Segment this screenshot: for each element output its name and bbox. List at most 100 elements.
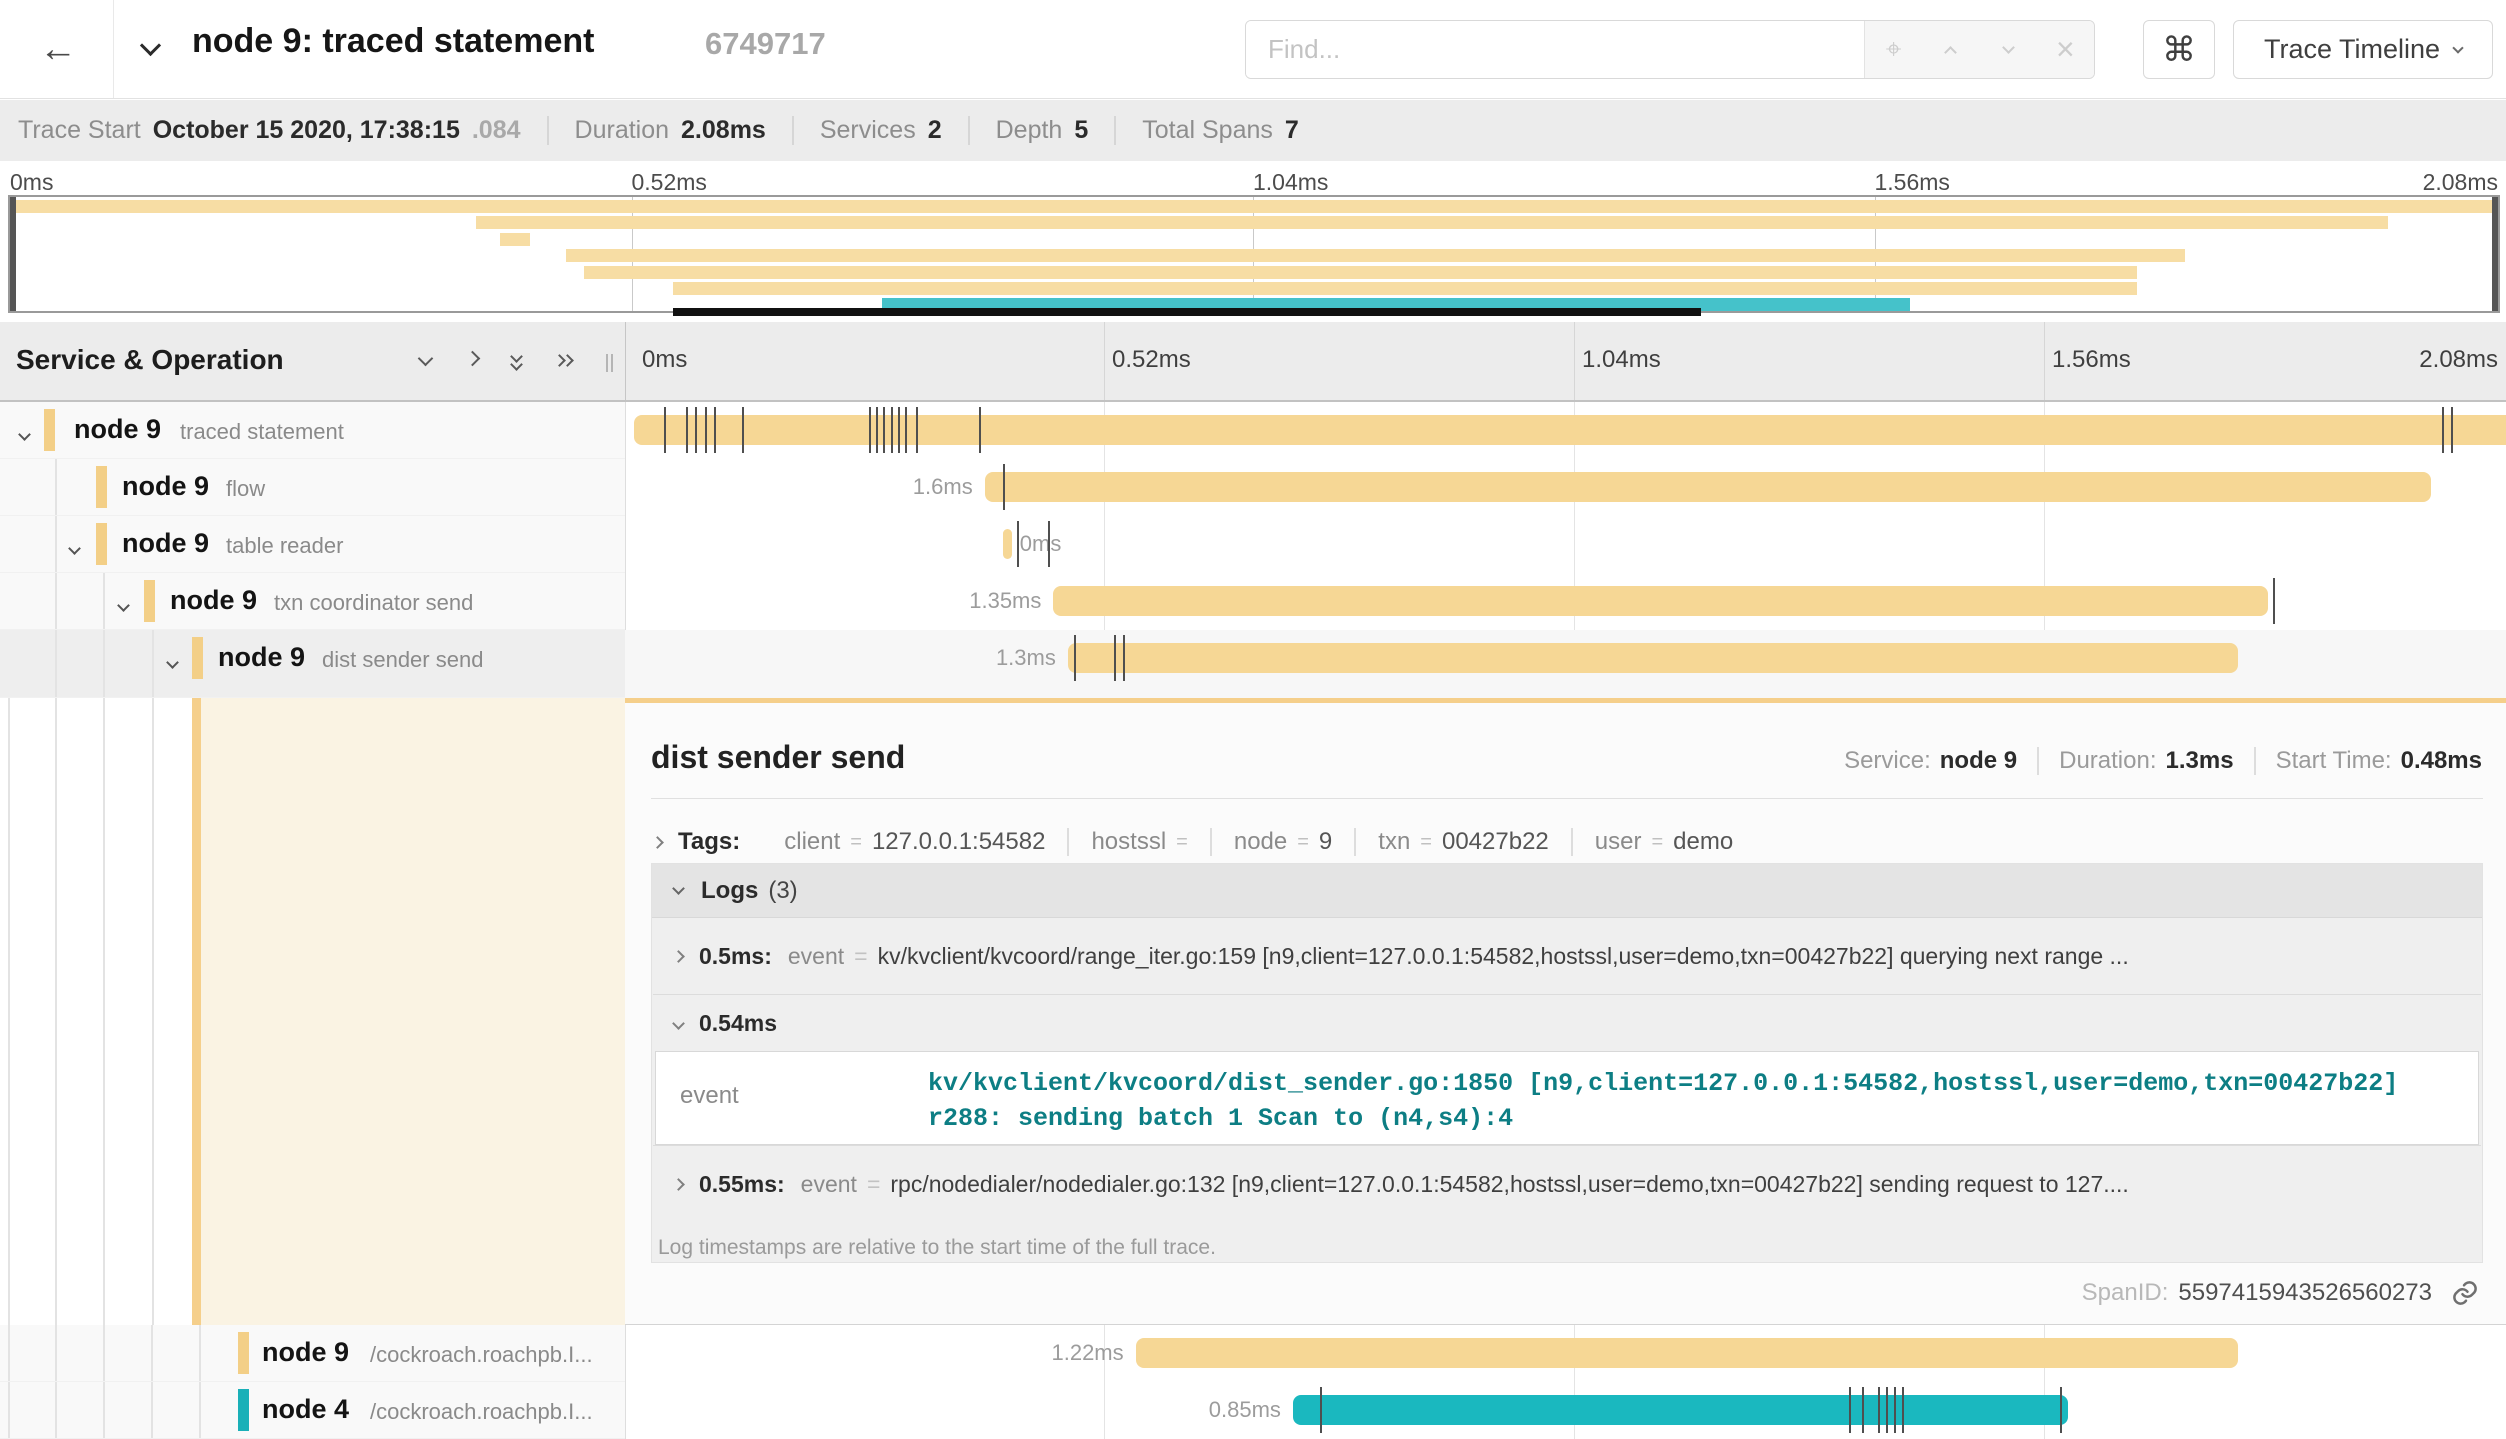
span-children-chevron-icon[interactable] xyxy=(20,426,29,444)
indent-guide xyxy=(55,630,57,697)
tag-item[interactable]: user=demo xyxy=(1571,828,1755,856)
log-equals: = xyxy=(854,943,867,970)
chevron-right-icon xyxy=(672,1178,685,1191)
span-bar[interactable] xyxy=(1053,586,2268,616)
span-name-cell[interactable]: node 9table reader xyxy=(0,516,625,573)
detail-meta-item: Duration:1.3ms xyxy=(2037,747,2253,775)
log-row[interactable]: 0.5ms:event=kv/kvclient/kvcoord/range_it… xyxy=(652,918,2482,994)
find-input[interactable] xyxy=(1246,21,1864,78)
tag-item[interactable]: client=127.0.0.1:54582 xyxy=(762,828,1067,856)
span-bar[interactable] xyxy=(634,415,2506,445)
trace-viewer: ← node 9: traced statement 6749717 ⌖ × ⌘… xyxy=(0,0,2506,1439)
minimap-right-handle[interactable] xyxy=(2492,197,2498,311)
expand-all-icon[interactable] xyxy=(557,352,573,373)
span-children-chevron-icon[interactable] xyxy=(119,597,128,615)
minimap-canvas[interactable] xyxy=(8,195,2500,313)
chevron-right-icon xyxy=(651,836,664,849)
view-dropdown-button[interactable]: Trace Timeline xyxy=(2233,20,2493,79)
log-row-expanded-header[interactable]: 0.54ms xyxy=(652,995,2482,1051)
deep-link-icon[interactable] xyxy=(2450,1278,2480,1308)
minimap-left-handle[interactable] xyxy=(10,197,16,311)
span-timeline-cell[interactable] xyxy=(625,402,2506,459)
span-bar[interactable] xyxy=(1003,529,1012,559)
span-children-chevron-icon[interactable] xyxy=(168,654,177,672)
span-operation-name: /cockroach.roachpb.I... xyxy=(370,1399,593,1425)
span-name-cell[interactable]: node 9traced statement xyxy=(0,402,625,459)
span-bar[interactable] xyxy=(1293,1395,2068,1425)
minimap-tick-label: 2.08ms xyxy=(2423,169,2498,196)
trace-collapse-chevron-icon[interactable] xyxy=(140,35,161,56)
log-marker-tick xyxy=(1894,1387,1896,1433)
tag-value: 9 xyxy=(1319,828,1332,856)
trace-summary-label: Trace Start xyxy=(18,116,141,145)
span-bar[interactable] xyxy=(985,472,2431,502)
indent-guide xyxy=(152,630,154,697)
chevron-down-icon xyxy=(672,882,685,895)
detail-divider xyxy=(651,798,2483,799)
span-timeline-cell[interactable]: 1.22ms xyxy=(625,1325,2506,1382)
tags-row[interactable]: Tags: client=127.0.0.1:54582hostssl=node… xyxy=(649,819,2481,865)
span-timeline-cell[interactable]: 1.6ms xyxy=(625,459,2506,516)
log-marker-tick xyxy=(891,407,893,453)
span-name-cell[interactable]: node 9/cockroach.roachpb.I... xyxy=(0,1325,625,1382)
chevron-right-icon xyxy=(672,950,685,963)
indent-guide xyxy=(199,1325,201,1381)
detail-meta-label: Duration: xyxy=(2059,747,2156,775)
span-bar[interactable] xyxy=(1136,1338,2239,1368)
keyboard-shortcuts-button[interactable]: ⌘ xyxy=(2143,20,2215,79)
span-row: node 9/cockroach.roachpb.I...1.22ms xyxy=(0,1325,2506,1382)
find-next-button[interactable] xyxy=(1986,28,2030,72)
back-button[interactable]: ← xyxy=(28,22,88,76)
locate-icon[interactable]: ⌖ xyxy=(1872,28,1916,72)
span-timeline-cell[interactable]: 1.3ms xyxy=(625,630,2506,698)
collapse-one-icon[interactable] xyxy=(420,352,431,367)
tag-item[interactable]: node=9 xyxy=(1210,828,1354,856)
span-color-accent xyxy=(96,523,107,565)
detail-meta-item: Service:node 9 xyxy=(1824,747,2037,775)
tag-item[interactable]: hostssl= xyxy=(1067,828,1209,856)
minimap-span-bar xyxy=(10,200,2496,213)
span-row: node 9flow1.6ms xyxy=(0,459,2506,516)
span-name-cell[interactable]: node 9flow xyxy=(0,459,625,516)
span-name-cell[interactable]: node 9txn coordinator send xyxy=(0,573,625,630)
indent-guide xyxy=(55,1325,57,1381)
timeline-header-line xyxy=(1574,322,1575,400)
log-marker-tick xyxy=(695,407,697,453)
span-children-chevron-icon[interactable] xyxy=(70,540,79,558)
log-marker-tick xyxy=(2442,407,2444,453)
span-operation-name: traced statement xyxy=(180,419,344,445)
tag-key: client xyxy=(784,828,840,856)
span-timeline-cell[interactable]: 0.85ms xyxy=(625,1382,2506,1439)
logs-header[interactable]: Logs (3) xyxy=(652,864,2482,918)
chevron-down-icon xyxy=(672,1017,685,1030)
indent-guide xyxy=(103,573,105,629)
span-color-accent xyxy=(238,1389,249,1431)
minimap-tick-label: 1.04ms xyxy=(1253,169,1328,196)
trace-summary-item: Trace StartOctober 15 2020, 17:38:15.084 xyxy=(18,116,547,145)
indent-guide xyxy=(55,1382,57,1438)
span-name-cell[interactable]: node 9dist sender send xyxy=(0,630,625,698)
expand-one-icon[interactable] xyxy=(467,352,478,367)
log-kv-value: kv/kvclient/kvcoord/dist_sender.go:1850 … xyxy=(928,1066,2428,1136)
span-duration-label: 0.85ms xyxy=(1209,1397,1281,1423)
span-bar[interactable] xyxy=(1068,643,2238,673)
minimap-scrubber[interactable] xyxy=(673,308,1701,316)
tag-value: 00427b22 xyxy=(1442,828,1549,856)
span-timeline-cell[interactable]: 0ms xyxy=(625,516,2506,573)
span-timeline-cell[interactable]: 1.35ms xyxy=(625,573,2506,630)
tag-item[interactable]: txn=00427b22 xyxy=(1354,828,1570,856)
logs-footnote: Log timestamps are relative to the start… xyxy=(652,1222,2482,1260)
timeline-tick-label: 0.52ms xyxy=(1112,346,1191,374)
span-name-cell[interactable]: node 4/cockroach.roachpb.I... xyxy=(0,1382,625,1439)
span-row: node 4/cockroach.roachpb.I... 0.85ms xyxy=(0,1382,2506,1439)
timeline-header-divider xyxy=(625,322,626,400)
collapse-all-icon[interactable] xyxy=(510,352,526,373)
column-resize-handle[interactable] xyxy=(604,348,616,378)
log-timestamp: 0.5ms: xyxy=(699,943,772,970)
log-row[interactable]: 0.55ms:event=rpc/nodedialer/nodedialer.g… xyxy=(652,1146,2482,1222)
find-prev-button[interactable] xyxy=(1929,28,1973,72)
find-clear-icon[interactable]: × xyxy=(2043,28,2087,72)
minimap-span-bar xyxy=(584,266,2138,279)
span-service-name: node 9 xyxy=(122,528,209,559)
span-service-name: node 9 xyxy=(218,642,305,673)
